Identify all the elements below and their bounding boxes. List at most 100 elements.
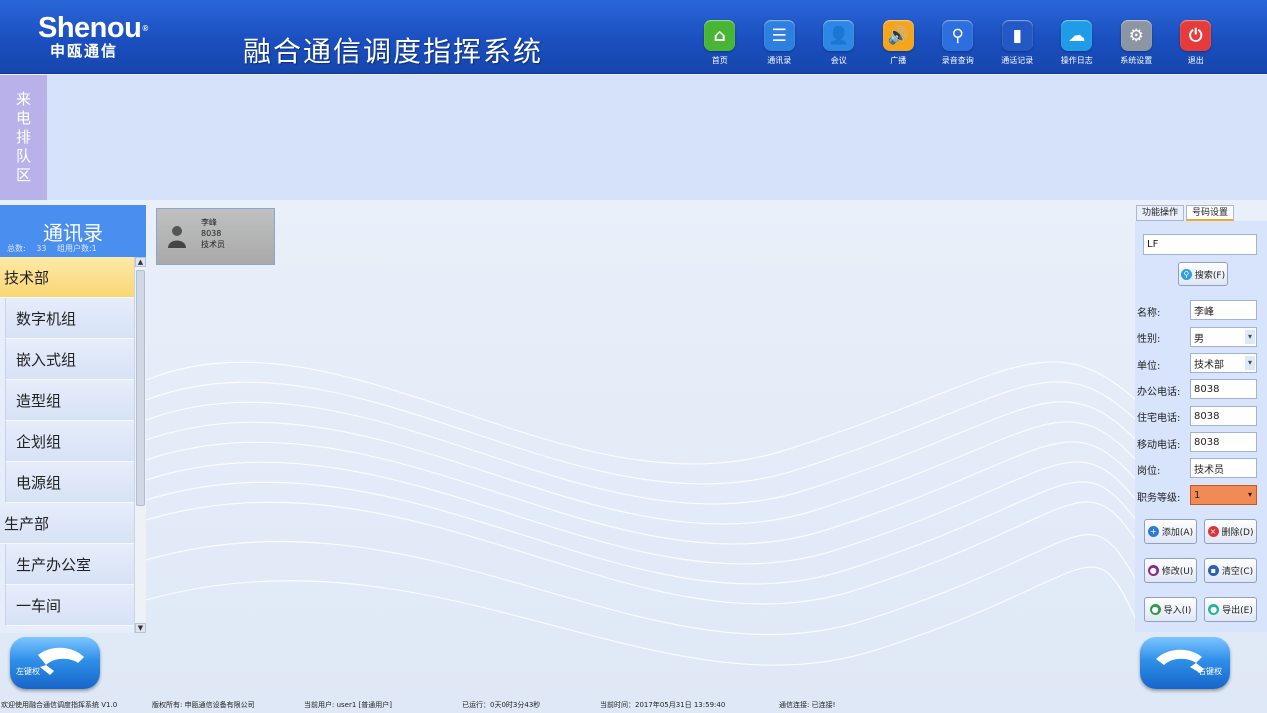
import-button-label: 导入(I) xyxy=(1163,606,1192,616)
group-item[interactable]: 数字机组 xyxy=(5,298,134,339)
toolbar-label: 会议 xyxy=(830,56,847,65)
card-name: 李峰 xyxy=(201,218,217,227)
group-item-label: 造型组 xyxy=(16,391,62,410)
power-icon: ⏻ xyxy=(1180,20,1212,51)
gender-select[interactable]: 男 ▾ xyxy=(1190,327,1257,347)
home-phone-label: 住宅电话: xyxy=(1137,413,1181,424)
toolbar-button-0[interactable]: ⌂ 首页 xyxy=(690,20,750,66)
edit-icon: ● xyxy=(1147,565,1159,576)
delete-button[interactable]: × 删除(D) xyxy=(1204,519,1257,544)
group-list-scrollbar[interactable]: ▲ ▼ xyxy=(134,257,146,633)
home-phone-field[interactable]: 8038 xyxy=(1190,406,1257,426)
scroll-up-icon[interactable]: ▲ xyxy=(135,257,146,267)
delete-button-label: 删除(D) xyxy=(1221,528,1254,538)
right-handset-button[interactable]: 右键权 xyxy=(1140,637,1230,689)
group-item[interactable]: 生产部 xyxy=(0,503,134,544)
phone-handset-icon xyxy=(1156,649,1204,673)
background-waves xyxy=(146,361,1136,666)
right-tabs: 功能操作 号码设置 xyxy=(1136,205,1236,221)
rank-select[interactable]: 1 ▾ xyxy=(1190,485,1257,505)
toolbar-button-4[interactable]: ⚲ 录音查询 xyxy=(928,20,988,66)
queue-label-char: 来 xyxy=(15,90,31,108)
user-avatar-icon xyxy=(168,226,186,248)
toolbar-button-6[interactable]: ☁ 操作日志 xyxy=(1047,20,1107,66)
import-button[interactable]: ● 导入(I) xyxy=(1144,597,1197,622)
search-input[interactable]: LF xyxy=(1143,234,1257,255)
group-item[interactable]: 生产办公室 xyxy=(5,544,134,585)
queue-label-char: 排 xyxy=(15,128,31,146)
tab-number-settings[interactable]: 号码设置 xyxy=(1186,205,1235,221)
post-label: 岗位: xyxy=(1137,466,1161,477)
contacts-header: 通讯录 总数: 33 组用户数:1 xyxy=(0,205,146,257)
toolbar-label: 录音查询 xyxy=(941,56,974,65)
header-bar: Shenou® 申瓯通信 融合通信调度指挥系统 ⌂ 首页 ☰ 通讯录 👤 会议 🔊 广播 ⚲ 录音… xyxy=(0,0,1267,74)
toolbar-button-5[interactable]: ▮ 通话记录 xyxy=(988,20,1048,66)
status-user: 当前用户: user1 [普通用户] xyxy=(304,701,392,709)
left-handset-button[interactable]: 左键权 xyxy=(10,637,100,689)
meeting-icon: 👤 xyxy=(823,20,855,51)
modify-button[interactable]: ● 修改(U) xyxy=(1144,558,1197,583)
toolbar-button-8[interactable]: ⏻ 退出 xyxy=(1166,20,1226,66)
import-icon: ● xyxy=(1149,604,1161,615)
tab-function-ops[interactable]: 功能操作 xyxy=(1136,205,1185,221)
search-button[interactable]: ⚲ 搜索(F) xyxy=(1178,262,1228,286)
status-runtime: 已运行：0天0时3分43秒 xyxy=(462,701,541,709)
contacts-title: 通讯录 xyxy=(43,221,103,245)
toolbar-label: 系统设置 xyxy=(1120,56,1153,65)
toolbar-label: 广播 xyxy=(890,56,907,65)
scroll-thumb[interactable] xyxy=(136,270,145,506)
call-queue-panel xyxy=(0,75,1267,200)
main-toolbar: ⌂ 首页 ☰ 通讯录 👤 会议 🔊 广播 ⚲ 录音查询 ▮ 通话记录 ☁ 操作日志 ⚙ 系统设置 ⏻ 退出 xyxy=(690,20,1226,66)
unit-label: 单位: xyxy=(1137,361,1161,372)
group-item-label: 生产办公室 xyxy=(16,555,92,574)
group-item[interactable]: 企划组 xyxy=(5,421,134,462)
cloud-icon: ☁ xyxy=(1061,20,1093,51)
office-phone-label: 办公电话: xyxy=(1137,387,1181,398)
group-item-label: 一车间 xyxy=(16,596,62,615)
add-button-label: 添加(A) xyxy=(1161,528,1194,538)
logo-subtext: 申瓯通信 xyxy=(50,42,119,60)
delete-icon: × xyxy=(1207,526,1219,537)
mobile-phone-field[interactable]: 8038 xyxy=(1190,432,1257,452)
toolbar-button-7[interactable]: ⚙ 系统设置 xyxy=(1107,20,1167,66)
left-handset-label: 左键权 xyxy=(16,667,40,676)
logo: Shenou® 申瓯通信 xyxy=(38,14,148,60)
search-icon: ⚲ xyxy=(942,20,974,51)
status-bar: 欢迎使用融合通信调度指挥系统 V1.0 版权所有: 申瓯通信设备有限公司 当前用… xyxy=(0,697,1267,713)
status-copyright: 版权所有: 申瓯通信设备有限公司 xyxy=(152,701,255,709)
group-item[interactable]: 电源组 xyxy=(5,462,134,503)
toolbar-button-2[interactable]: 👤 会议 xyxy=(809,20,869,66)
toolbar-button-3[interactable]: 🔊 广播 xyxy=(869,20,929,66)
name-field[interactable]: 李峰 xyxy=(1190,300,1257,320)
clear-button[interactable]: ▪ 清空(C) xyxy=(1204,558,1257,583)
contacts-stats: 总数: 33 组用户数:1 xyxy=(7,244,97,253)
group-item[interactable]: 技术部 xyxy=(0,257,134,298)
unit-value: 技术部 xyxy=(1194,359,1224,371)
group-item-label: 生产部 xyxy=(4,514,50,533)
post-field[interactable]: 技术员 xyxy=(1190,458,1257,478)
rank-value: 1 xyxy=(1194,489,1201,501)
card-role: 技术员 xyxy=(201,240,225,249)
export-button[interactable]: ● 导出(E) xyxy=(1204,597,1257,622)
group-item[interactable]: 嵌入式组 xyxy=(5,339,134,380)
call-queue-tab[interactable]: 来电排队区 xyxy=(0,75,47,200)
unit-select[interactable]: 技术部 ▾ xyxy=(1190,353,1257,373)
app-title: 融合通信调度指挥系统 xyxy=(243,35,544,68)
status-connection: 通信连接: 已连接! xyxy=(779,701,836,709)
rank-label: 职务等级: xyxy=(1137,493,1181,504)
toolbar-label: 退出 xyxy=(1187,56,1204,65)
scroll-down-icon[interactable]: ▼ xyxy=(135,623,146,633)
modify-button-label: 修改(U) xyxy=(1161,567,1194,577)
office-phone-field[interactable]: 8038 xyxy=(1190,379,1257,399)
export-icon: ● xyxy=(1208,604,1220,615)
group-item[interactable]: 一车间 xyxy=(5,585,134,626)
toolbar-button-1[interactable]: ☰ 通讯录 xyxy=(750,20,810,66)
registered-mark: ® xyxy=(142,24,148,33)
group-item[interactable]: 造型组 xyxy=(5,380,134,421)
clear-button-label: 清空(C) xyxy=(1221,567,1254,577)
group-item-label: 数字机组 xyxy=(16,309,77,328)
add-button[interactable]: + 添加(A) xyxy=(1144,519,1197,544)
card-extension: 8038 xyxy=(201,229,222,238)
contact-card[interactable]: 李峰 8038 技术员 xyxy=(156,208,275,265)
chevron-down-icon: ▾ xyxy=(1245,356,1255,370)
